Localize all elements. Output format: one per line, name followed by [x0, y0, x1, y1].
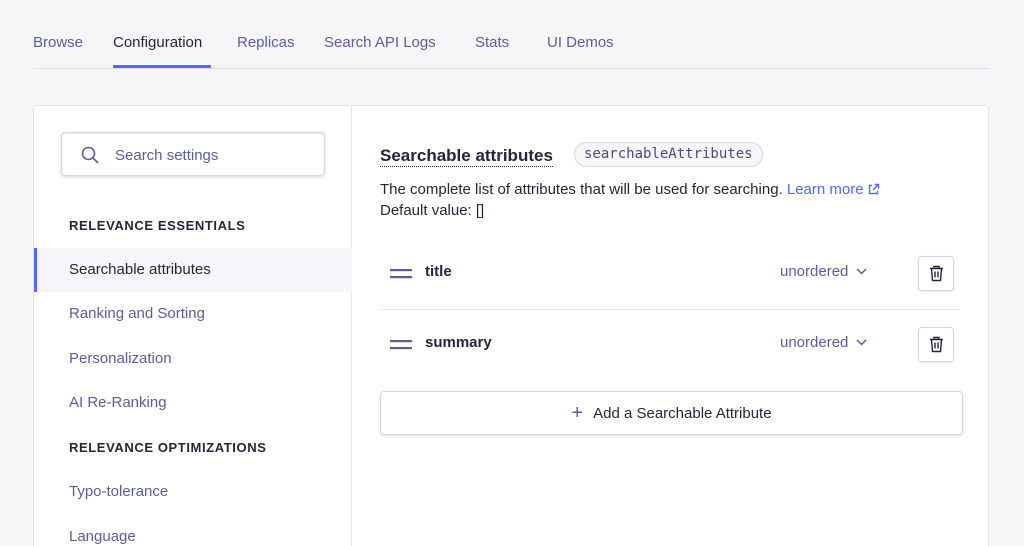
attribute-name: title [425, 263, 452, 280]
attribute-row: summary unordered [380, 311, 960, 381]
default-value-text: Default value: [] [380, 202, 485, 219]
search-icon [81, 146, 99, 164]
search-settings-input[interactable] [115, 143, 315, 167]
delete-attribute-button[interactable] [918, 327, 954, 362]
delete-attribute-button[interactable] [918, 256, 954, 291]
tab-bar: Browse Configuration Replicas Search API… [33, 0, 988, 69]
attribute-order-select[interactable]: unordered [780, 263, 867, 280]
sidebar-item-ranking-and-sorting[interactable]: Ranking and Sorting [34, 292, 352, 336]
learn-more-link[interactable]: Learn more [787, 181, 880, 198]
drag-handle-icon[interactable] [390, 338, 412, 352]
drag-handle-icon[interactable] [390, 267, 412, 281]
settings-main-panel: Searchable attributes searchableAttribut… [380, 106, 988, 546]
tab-replicas[interactable]: Replicas [237, 34, 295, 51]
chevron-down-icon [856, 339, 867, 346]
settings-card: RELEVANCE ESSENTIALS Searchable attribut… [33, 105, 989, 546]
attribute-order-select[interactable]: unordered [780, 334, 867, 351]
attribute-row: title unordered [380, 240, 960, 310]
tab-ui-demos[interactable]: UI Demos [547, 34, 614, 51]
plus-icon: + [571, 402, 584, 424]
sidebar-item-typo-tolerance[interactable]: Typo-tolerance [34, 470, 352, 514]
section-relevance-optimizations: RELEVANCE OPTIMIZATIONS [69, 440, 267, 455]
order-label: unordered [780, 334, 849, 351]
add-searchable-attribute-button[interactable]: + Add a Searchable Attribute [380, 391, 963, 435]
external-link-icon [868, 183, 879, 195]
add-button-label: Add a Searchable Attribute [593, 405, 772, 422]
order-label: unordered [780, 263, 849, 280]
setting-description: The complete list of attributes that wil… [380, 179, 880, 221]
attribute-name: summary [425, 334, 492, 351]
search-settings-box [61, 132, 325, 176]
page-title: Searchable attributes [380, 146, 553, 167]
trash-icon [930, 265, 943, 282]
active-tab-indicator [113, 65, 211, 68]
tab-browse[interactable]: Browse [33, 34, 83, 51]
description-text: The complete list of attributes that wil… [380, 181, 783, 198]
setting-code-badge: searchableAttributes [574, 142, 763, 167]
section-relevance-essentials: RELEVANCE ESSENTIALS [69, 218, 246, 233]
sidebar-item-searchable-attributes[interactable]: Searchable attributes [34, 248, 352, 292]
sidebar-item-ai-re-ranking[interactable]: AI Re-Ranking [34, 381, 352, 425]
trash-icon [930, 336, 943, 353]
sidebar-item-personalization[interactable]: Personalization [34, 337, 352, 381]
tab-stats[interactable]: Stats [475, 34, 509, 51]
sidebar-item-language[interactable]: Language [34, 515, 352, 546]
tab-search-api-logs[interactable]: Search API Logs [324, 34, 436, 51]
tab-configuration[interactable]: Configuration [113, 34, 202, 51]
learn-more-label: Learn more [786, 181, 864, 198]
settings-sidebar: RELEVANCE ESSENTIALS Searchable attribut… [34, 106, 352, 546]
chevron-down-icon [856, 268, 867, 275]
